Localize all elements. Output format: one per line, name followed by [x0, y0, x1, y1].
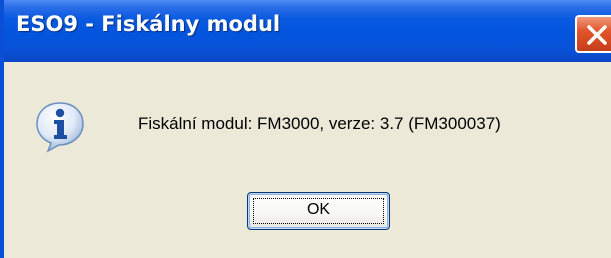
titlebar[interactable]: ESO9 - Fiskálny modul: [4, 0, 611, 62]
ok-button-label: OK: [306, 201, 331, 218]
close-icon: [587, 25, 607, 45]
window-title: ESO9 - Fiskálny modul: [16, 12, 281, 36]
information-icon: [34, 100, 86, 154]
close-button[interactable]: [575, 15, 611, 53]
message-dialog-window: ESO9 - Fiskálny modul Fiskální modul: FM…: [0, 0, 611, 258]
dialog-message: Fiskální modul: FM3000, verze: 3.7 (FM30…: [138, 114, 501, 133]
ok-button[interactable]: OK: [247, 192, 390, 230]
